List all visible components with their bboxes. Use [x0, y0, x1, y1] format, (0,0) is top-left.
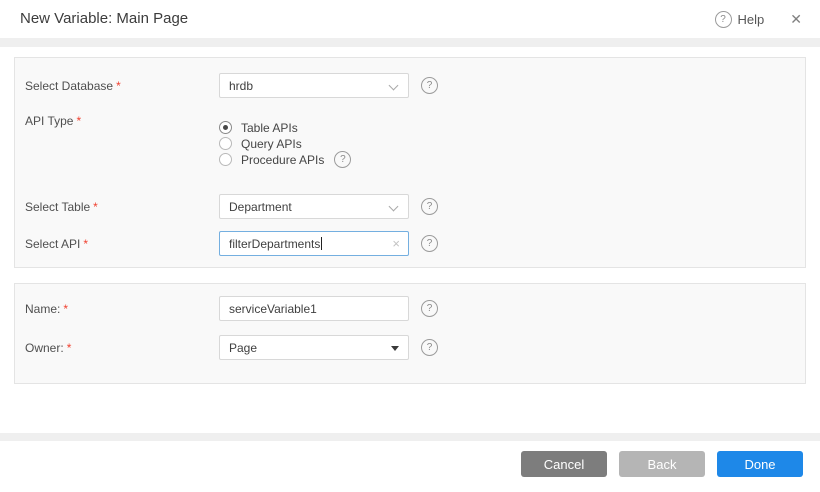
chevron-down-icon — [389, 202, 399, 212]
table-control: Department ? — [219, 194, 438, 219]
radio-icon — [219, 137, 232, 150]
help-link[interactable]: Help — [738, 12, 765, 27]
help-icon[interactable]: ? — [334, 151, 351, 168]
api-type-radio-group: Table APIs Query APIs Procedure APIs ? — [219, 120, 351, 168]
required-marker: * — [76, 114, 81, 128]
radio-procedure-apis-label: Procedure APIs — [241, 153, 324, 167]
radio-query-apis-label: Query APIs — [241, 137, 302, 151]
owner-select[interactable]: Page — [219, 335, 409, 360]
help-icon[interactable]: ? — [421, 198, 438, 215]
help-icon[interactable]: ? — [421, 339, 438, 356]
name-label: Name:* — [25, 302, 219, 316]
help-icon[interactable]: ? — [715, 11, 732, 28]
cancel-button[interactable]: Cancel — [521, 451, 607, 477]
database-row: Select Database* hrdb ? — [25, 73, 795, 98]
table-row: Select Table* Department ? — [25, 194, 795, 219]
new-variable-dialog: New Variable: Main Page ? Help ✕ Select … — [0, 0, 820, 492]
owner-select-value: Page — [229, 341, 257, 355]
dialog-title: New Variable: Main Page — [20, 0, 188, 38]
help-icon[interactable]: ? — [421, 300, 438, 317]
owner-row: Owner:* Page ? — [25, 335, 795, 360]
radio-query-apis[interactable]: Query APIs — [219, 136, 351, 151]
owner-control: Page ? — [219, 335, 438, 360]
header-actions: ? Help ✕ — [715, 0, 802, 38]
table-label-text: Select Table — [25, 200, 90, 214]
api-input-value: filterDepartments — [229, 237, 320, 251]
text-caret — [321, 237, 322, 250]
radio-table-apis-label: Table APIs — [241, 121, 298, 135]
dialog-header: New Variable: Main Page ? Help ✕ — [0, 0, 820, 38]
header-divider — [0, 38, 820, 47]
owner-label: Owner:* — [25, 341, 219, 355]
dropdown-arrow-icon — [391, 346, 399, 351]
footer: Cancel Back Done — [0, 451, 820, 477]
required-marker: * — [63, 302, 68, 316]
footer-divider — [0, 433, 820, 441]
help-icon[interactable]: ? — [421, 235, 438, 252]
database-select[interactable]: hrdb — [219, 73, 409, 98]
radio-icon — [219, 153, 232, 166]
api-input[interactable]: filterDepartments × — [219, 231, 409, 256]
back-button[interactable]: Back — [619, 451, 705, 477]
name-input[interactable] — [219, 296, 409, 321]
help-icon[interactable]: ? — [421, 77, 438, 94]
required-marker: * — [116, 79, 121, 93]
chevron-down-icon — [389, 81, 399, 91]
required-marker: * — [93, 200, 98, 214]
radio-procedure-apis[interactable]: Procedure APIs ? — [219, 152, 351, 167]
api-label-text: Select API — [25, 237, 80, 251]
database-label: Select Database* — [25, 79, 219, 93]
name-label-text: Name: — [25, 302, 60, 316]
api-type-label: API Type* — [25, 114, 219, 128]
api-type-row: API Type* Table APIs Query APIs Procedur… — [25, 114, 795, 168]
api-config-section: Select Database* hrdb ? API Type* Table … — [14, 57, 806, 268]
api-label: Select API* — [25, 237, 219, 251]
api-type-label-text: API Type — [25, 114, 73, 128]
name-control: ? — [219, 296, 438, 321]
radio-dot — [223, 125, 228, 130]
name-row: Name:* ? — [25, 296, 795, 321]
table-select[interactable]: Department — [219, 194, 409, 219]
close-icon[interactable]: ✕ — [790, 11, 802, 28]
table-label: Select Table* — [25, 200, 219, 214]
database-select-value: hrdb — [229, 79, 253, 93]
done-button[interactable]: Done — [717, 451, 803, 477]
radio-table-apis[interactable]: Table APIs — [219, 120, 351, 135]
variable-info-section: Name:* ? Owner:* Page ? — [14, 283, 806, 384]
owner-label-text: Owner: — [25, 341, 64, 355]
database-label-text: Select Database — [25, 79, 113, 93]
required-marker: * — [67, 341, 72, 355]
table-select-value: Department — [229, 200, 292, 214]
radio-selected-icon — [219, 121, 232, 134]
api-row: Select API* filterDepartments × ? — [25, 231, 795, 256]
api-control: filterDepartments × ? — [219, 231, 438, 256]
clear-icon[interactable]: × — [392, 237, 400, 250]
database-control: hrdb ? — [219, 73, 438, 98]
required-marker: * — [83, 237, 88, 251]
